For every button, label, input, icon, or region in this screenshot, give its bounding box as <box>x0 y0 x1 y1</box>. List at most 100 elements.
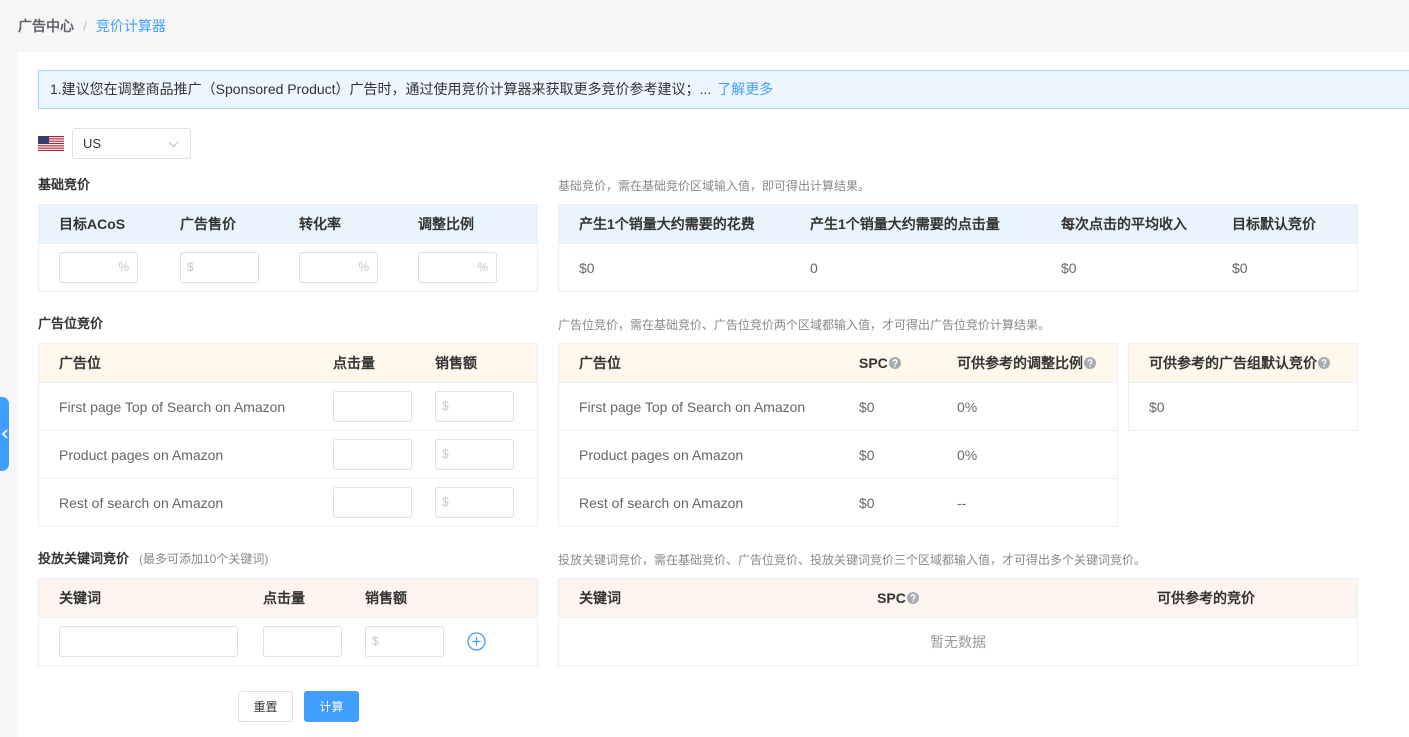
keyword-bid-input-header: 关键词 点击量 销售额 <box>39 579 537 617</box>
question-circle-icon[interactable] <box>1084 357 1096 369</box>
sidebar-collapse-toggle[interactable] <box>0 397 9 471</box>
add-keyword-cell <box>467 632 486 651</box>
keyword-bid-title-text: 投放关键词竞价 <box>38 551 130 566</box>
header-target-acos: 目标ACoS <box>59 216 126 232</box>
question-circle-icon[interactable] <box>1318 357 1330 369</box>
header-placement: 广告位 <box>59 355 101 371</box>
spc-value: $0 <box>859 446 875 463</box>
clicks-per-sale-value: 0 <box>810 259 818 276</box>
header-keyword-spc: SPC <box>838 579 958 617</box>
placement-bid-result-table: 广告位 SPC 可供参考的调整比例 First page Top of Sear… <box>558 343 1118 527</box>
base-bid-result-row: $0 0 $0 $0 <box>559 243 1357 291</box>
keyword-clicks-cell <box>263 626 365 657</box>
plus-circle-icon <box>467 632 486 651</box>
base-bid-result-table: 产生1个销量大约需要的花费 产生1个销量大约需要的点击量 每次点击的平均收入 目… <box>558 204 1358 292</box>
product-pages-clicks-input[interactable] <box>334 440 411 469</box>
adjust-ratio-value: -- <box>957 494 967 511</box>
adjust-ratio-input[interactable] <box>419 253 496 282</box>
keyword-sales-field: $ <box>365 626 444 657</box>
placement-bid-title: 广告位竞价 <box>38 316 104 331</box>
keyword-clicks-input[interactable] <box>264 627 341 656</box>
placement-bid-input-header: 广告位 点击量 销售额 <box>39 344 537 382</box>
header-adjust-ratio: 调整比例 <box>418 216 474 232</box>
spc-value: $0 <box>859 398 875 415</box>
header-target-default-bid: 目标默认竞价 <box>1232 216 1316 232</box>
header-keyword-clicks: 点击量 <box>263 590 305 606</box>
target-acos-cell: % <box>59 252 180 283</box>
keyword-bid-result-table: 关键词 SPC 可供参考的竞价 暂无数据 <box>558 578 1358 666</box>
question-circle-icon[interactable] <box>906 592 919 604</box>
conversion-rate-input[interactable] <box>300 253 377 282</box>
result-placement-label: First page Top of Search on Amazon <box>579 398 806 415</box>
keyword-bid-hint: 投放关键词竞价，需在基础竞价、广告位竞价、投放关键词竞价三个区域都输入值，才可得… <box>558 553 1147 567</box>
sales-cell: $ <box>435 439 537 470</box>
keyword-cell <box>59 626 263 657</box>
header-result-placement: 广告位 <box>579 355 621 371</box>
placement-bid-hint: 广告位竞价，需在基础竞价、广告位竞价两个区域都输入值，才可得出广告位竞价计算结果… <box>558 318 1051 332</box>
rest-of-search-clicks-input[interactable] <box>334 488 411 517</box>
target-acos-field: % <box>59 252 138 283</box>
header-keyword-sales: 销售额 <box>365 590 407 606</box>
sales-cell: $ <box>435 487 537 518</box>
sales-field: $ <box>435 487 514 518</box>
question-circle-icon[interactable] <box>888 357 901 369</box>
keyword-bid-title: 投放关键词竞价 (最多可添加10个关键词) <box>38 550 268 568</box>
base-bid-input-header: 目标ACoS 广告售价 转化率 调整比例 <box>39 205 537 243</box>
header-conversion-rate: 转化率 <box>299 216 341 232</box>
conversion-rate-field: % <box>299 252 378 283</box>
base-bid-title: 基础竞价 <box>38 177 91 192</box>
sales-field: $ <box>435 439 514 470</box>
keyword-input[interactable] <box>60 627 237 656</box>
keyword-input-row: $ <box>39 617 537 665</box>
top-of-search-clicks-input[interactable] <box>334 392 411 421</box>
keyword-bid-result-header: 关键词 SPC 可供参考的竞价 <box>559 579 1357 617</box>
keyword-result-empty-row: 暂无数据 <box>559 617 1357 665</box>
chevron-left-icon <box>1 429 8 439</box>
adjust-ratio-value: 0% <box>957 398 978 415</box>
breadcrumb: 广告中心 / 竞价计算器 <box>18 17 166 35</box>
target-acos-input[interactable] <box>60 253 137 282</box>
clicks-field <box>333 487 412 518</box>
table-row: Rest of search on Amazon $0 -- <box>559 478 1117 526</box>
revenue-per-click-value: $0 <box>1061 259 1077 276</box>
breadcrumb-ad-center[interactable]: 广告中心 <box>18 18 74 34</box>
base-bid-hint: 基础竞价，需在基础竞价区域输入值，即可得出计算结果。 <box>558 179 871 193</box>
adjust-ratio-cell: % <box>418 252 537 283</box>
ad-price-cell: $ <box>180 252 299 283</box>
info-notice: 1.建议您在调整商品推广（Sponsored Product）广告时，通过使用竞… <box>38 70 1409 109</box>
cost-per-sale-value: $0 <box>579 259 595 276</box>
header-adjust-ratio-ref-label: 可供参考的调整比例 <box>957 355 1083 371</box>
table-row: First page Top of Search on Amazon $ <box>39 382 537 430</box>
header-ad-price: 广告售价 <box>180 216 236 232</box>
placement-label: Rest of search on Amazon <box>59 494 224 511</box>
header-adjust-ratio-ref: 可供参考的调整比例 <box>957 353 1117 373</box>
header-default-bid: 可供参考的广告组默认竞价 <box>1149 353 1357 373</box>
clicks-field <box>333 439 412 470</box>
table-row: Rest of search on Amazon $ <box>39 478 537 526</box>
product-pages-sales-input[interactable] <box>436 440 513 469</box>
top-of-search-sales-input[interactable] <box>436 392 513 421</box>
breadcrumb-current: 竞价计算器 <box>95 18 166 34</box>
header-revenue-per-click: 每次点击的平均收入 <box>1061 216 1187 232</box>
marketplace-select[interactable]: US <box>72 128 191 159</box>
header-spc-label: SPC <box>859 355 888 371</box>
clicks-cell <box>333 391 435 422</box>
add-keyword-button[interactable] <box>467 632 486 651</box>
ad-price-input[interactable] <box>181 253 258 282</box>
result-placement-label: Product pages on Amazon <box>579 446 744 463</box>
header-spc: SPC <box>859 355 957 371</box>
learn-more-link[interactable]: 了解更多 <box>717 81 773 97</box>
header-result-keyword: 关键词 <box>579 590 621 606</box>
default-bid-value: $0 <box>1149 398 1165 415</box>
target-default-bid-value: $0 <box>1232 259 1248 276</box>
ad-price-field: $ <box>180 252 259 283</box>
reset-button[interactable]: 重置 <box>238 691 293 722</box>
keyword-sales-input[interactable] <box>366 627 443 656</box>
clicks-cell <box>333 439 435 470</box>
header-reference-bid: 可供参考的竞价 <box>1157 590 1255 606</box>
keyword-field <box>59 626 238 657</box>
adjust-ratio-value: 0% <box>957 446 978 463</box>
rest-of-search-sales-input[interactable] <box>436 488 513 517</box>
conversion-rate-cell: % <box>299 252 418 283</box>
calculate-button[interactable]: 计算 <box>304 691 359 722</box>
